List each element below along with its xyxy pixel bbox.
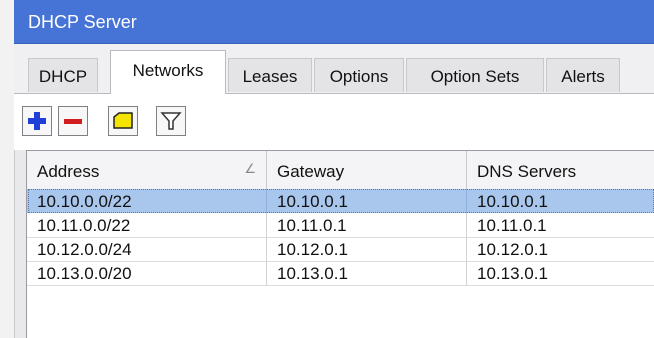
networks-table: Address ∠ Gateway DNS Servers 10.10.0.0/…: [26, 150, 654, 338]
tab-label: Options: [329, 67, 389, 86]
cell-dns-servers: 10.12.0.1: [477, 240, 548, 259]
tab-leases[interactable]: Leases: [228, 58, 312, 92]
filter-button[interactable]: [156, 106, 186, 136]
cell-address: 10.13.0.0/20: [27, 261, 267, 285]
window-title-bar[interactable]: DHCP Server: [14, 0, 654, 44]
minus-icon: [64, 119, 82, 124]
cell-gateway: 10.10.0.1: [267, 189, 467, 213]
tab-label: Leases: [242, 67, 298, 86]
cell-dns-servers: 10.10.0.1: [477, 192, 548, 211]
tab-label: Alerts: [561, 67, 605, 86]
add-button[interactable]: [22, 106, 52, 136]
cell-gateway: 10.11.0.1: [267, 213, 467, 237]
cell-address: 10.12.0.0/24: [27, 237, 267, 261]
cell-address: 10.10.0.0/22: [27, 189, 267, 213]
comment-button[interactable]: [108, 106, 138, 136]
comment-icon: [113, 112, 133, 129]
column-header-dns-servers[interactable]: DNS Servers: [467, 151, 654, 189]
remove-button[interactable]: [58, 106, 88, 136]
toolbar: [14, 94, 654, 150]
tab-options[interactable]: Options: [314, 58, 404, 92]
window-title: DHCP Server: [28, 12, 137, 32]
table-row[interactable]: 10.11.0.0/22 10.11.0.1 10.11.0.1: [27, 213, 654, 237]
cell-gateway: 10.13.0.1: [267, 261, 467, 285]
tab-label: Option Sets: [430, 67, 520, 86]
cell-dns-servers: 10.11.0.1: [477, 216, 547, 235]
tab-networks[interactable]: Networks: [110, 50, 226, 94]
table-row[interactable]: 10.13.0.0/20 10.13.0.1 10.13.0.1: [27, 261, 654, 285]
tab-label: DHCP: [38, 67, 88, 86]
row-divider: [27, 285, 654, 286]
column-header-gateway[interactable]: Gateway: [267, 151, 467, 189]
table-header: Address ∠ Gateway DNS Servers: [27, 151, 654, 190]
cell-gateway: 10.12.0.1: [267, 237, 467, 261]
cell-address: 10.11.0.0/22: [27, 213, 267, 237]
cell-dns-servers: 10.13.0.1: [477, 264, 548, 283]
tab-alerts[interactable]: Alerts: [546, 58, 620, 92]
filter-icon: [160, 112, 182, 130]
sort-indicator-icon: ∠: [244, 161, 256, 176]
table-row[interactable]: 10.10.0.0/22 10.10.0.1 10.10.0.1: [27, 189, 654, 213]
column-header-address[interactable]: Address ∠: [27, 151, 267, 189]
tab-dhcp[interactable]: DHCP: [28, 58, 98, 92]
tab-label: Networks: [132, 61, 204, 80]
plus-icon: [28, 112, 46, 130]
tab-bar: DHCP Networks Leases Options Option Sets…: [14, 44, 654, 94]
tab-option-sets[interactable]: Option Sets: [406, 58, 544, 92]
left-panel-edge: [0, 0, 15, 338]
table-row[interactable]: 10.12.0.0/24 10.12.0.1 10.12.0.1: [27, 237, 654, 261]
